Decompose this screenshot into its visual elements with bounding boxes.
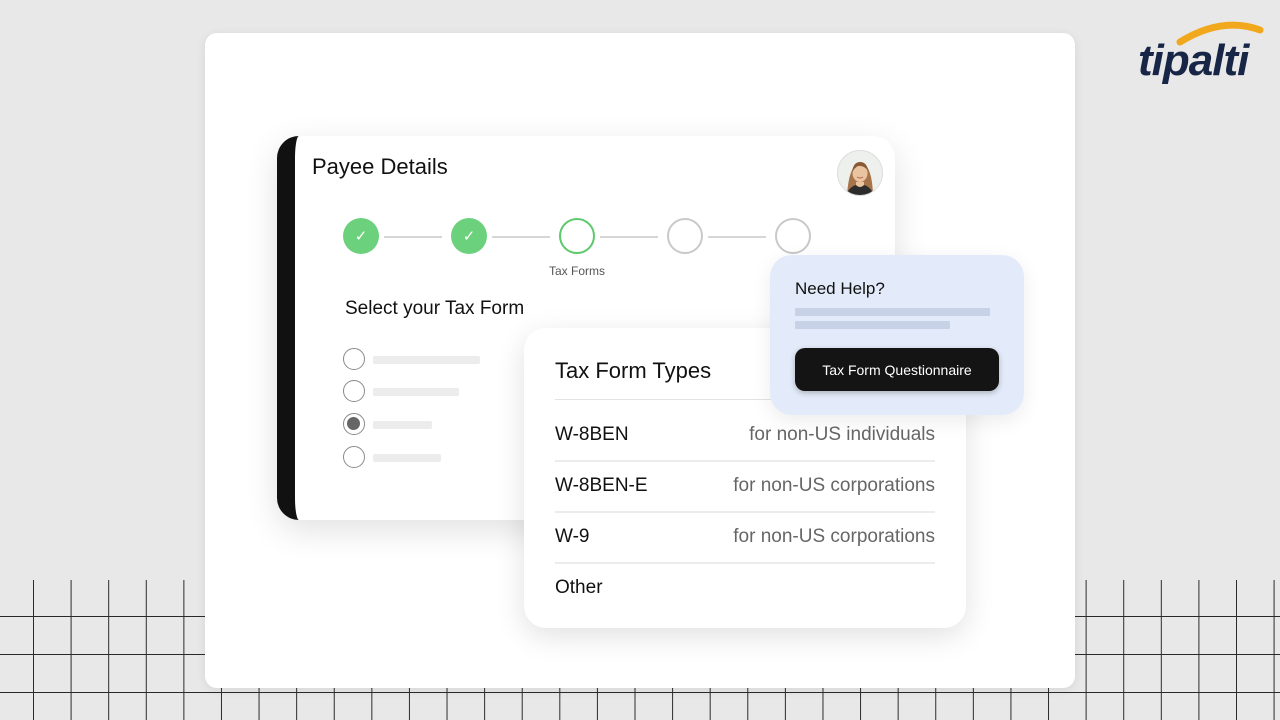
step-1-complete[interactable]: ✓ [343, 218, 379, 254]
tax-form-name: Other [555, 577, 603, 598]
tax-form-name: W-9 [555, 526, 590, 547]
radio-button[interactable] [343, 446, 365, 468]
option-placeholder-text [373, 388, 459, 396]
radio-button-selected[interactable] [343, 413, 365, 435]
help-title: Need Help? [795, 279, 885, 298]
step-4[interactable] [667, 218, 703, 254]
step-label-tax-forms: Tax Forms [548, 264, 605, 278]
step-5[interactable] [775, 218, 811, 254]
tax-form-description: for non-US individuals [749, 424, 935, 445]
option-placeholder-text [373, 454, 441, 462]
divider [555, 460, 935, 462]
step-connector [600, 236, 658, 238]
step-2-complete[interactable]: ✓ [451, 218, 487, 254]
tax-form-row[interactable]: Other [555, 577, 935, 628]
tax-form-description: for non-US corporations [733, 526, 935, 547]
option-placeholder-text [373, 421, 432, 429]
check-icon: ✓ [354, 228, 368, 245]
tax-form-row[interactable]: W-9 for non-US corporations [555, 526, 935, 577]
option-placeholder-text [373, 356, 480, 364]
logo-wordmark: tipalti [1138, 36, 1249, 85]
avatar[interactable] [837, 150, 883, 196]
check-icon: ✓ [462, 228, 476, 245]
tipalti-logo: tipalti [1136, 18, 1264, 88]
need-help-card: Need Help? Tax Form Questionnaire [770, 255, 1024, 415]
tax-form-row[interactable]: W-8BEN-E for non-US corporations [555, 475, 935, 526]
help-placeholder-text [795, 321, 950, 329]
card-title: Tax Form Types [555, 358, 712, 383]
tax-form-row[interactable]: W-8BEN for non-US individuals [555, 424, 935, 475]
progress-stepper: ✓ ✓ Tax Forms [343, 218, 823, 278]
tax-form-name: W-8BEN-E [555, 475, 648, 496]
divider [555, 511, 935, 513]
step-connector [492, 236, 550, 238]
section-heading: Select your Tax Form [345, 298, 525, 319]
step-connector [708, 236, 766, 238]
tax-form-questionnaire-button[interactable]: Tax Form Questionnaire [795, 348, 999, 391]
tax-form-description: for non-US corporations [733, 475, 935, 496]
radio-button[interactable] [343, 348, 365, 370]
radio-button[interactable] [343, 380, 365, 402]
divider [555, 562, 935, 564]
tax-form-name: W-8BEN [555, 424, 629, 445]
step-connector [384, 236, 442, 238]
page-title: Payee Details [312, 154, 448, 179]
user-avatar-icon [838, 151, 882, 195]
help-placeholder-text [795, 308, 990, 316]
step-3-tax-forms[interactable] [559, 218, 595, 254]
